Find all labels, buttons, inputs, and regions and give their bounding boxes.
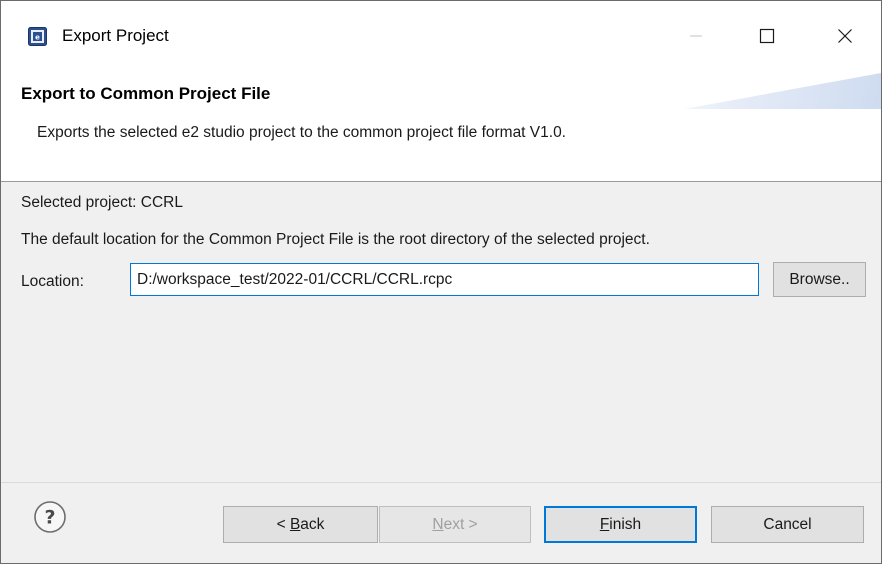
banner-decoration: [684, 73, 881, 109]
page-title: Export to Common Project File: [21, 84, 271, 103]
next-button-label: ext >: [443, 515, 478, 533]
back-button-prefix: <: [276, 515, 290, 533]
wizard-button-bar: ? < Back Next > Finish Cancel: [1, 482, 881, 563]
cancel-button[interactable]: Cancel: [711, 506, 864, 543]
svg-text:e: e: [35, 34, 40, 42]
wizard-content: Selected project: CCRL The default locat…: [1, 182, 881, 482]
maximize-button[interactable]: [744, 15, 790, 57]
close-icon: [838, 29, 852, 43]
finish-button[interactable]: Finish: [544, 506, 697, 543]
back-button-mnemonic: B: [289, 515, 301, 533]
maximize-icon: [759, 28, 775, 44]
finish-button-mnemonic: F: [599, 515, 610, 533]
next-button-mnemonic: N: [432, 515, 444, 533]
svg-text:?: ?: [44, 507, 55, 529]
help-icon[interactable]: ?: [33, 500, 67, 534]
e2-studio-app-icon: e: [28, 27, 47, 46]
title-bar[interactable]: e Export Project: [1, 1, 881, 73]
window-title: Export Project: [62, 26, 169, 45]
browse-button[interactable]: Browse..: [773, 262, 866, 297]
location-input[interactable]: [130, 263, 759, 296]
back-button[interactable]: < Back: [223, 506, 378, 543]
finish-button-label: inish: [609, 515, 642, 533]
wizard-banner: Export to Common Project File Exports th…: [1, 73, 881, 182]
next-button[interactable]: Next >: [379, 506, 531, 543]
back-button-label: ack: [300, 515, 325, 533]
close-button[interactable]: [822, 15, 868, 57]
selected-project-label: Selected project: CCRL: [21, 194, 183, 211]
minimize-icon: [690, 35, 702, 37]
default-location-note: The default location for the Common Proj…: [21, 231, 650, 248]
export-project-dialog: e Export Project Export to Common Projec…: [0, 0, 882, 564]
location-label: Location:: [21, 273, 84, 290]
page-description: Exports the selected e2 studio project t…: [37, 124, 566, 141]
minimize-button[interactable]: [673, 15, 719, 57]
